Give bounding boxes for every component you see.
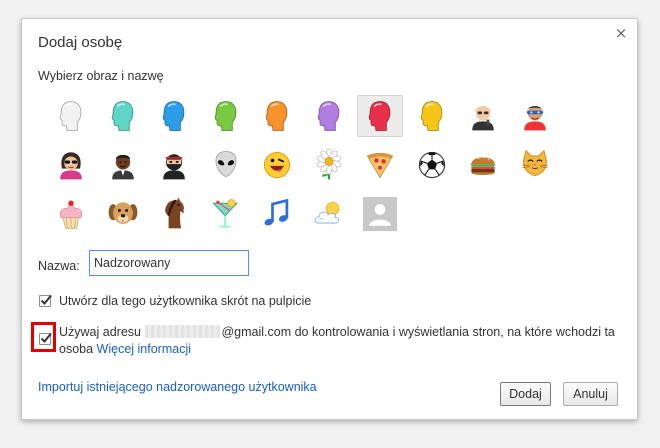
supervise-checkbox[interactable] [39, 332, 52, 345]
avatar-smiley-icon-graphic [263, 151, 291, 179]
avatar-head-white-icon[interactable] [48, 95, 94, 137]
avatar-burger-icon[interactable] [460, 144, 506, 186]
avatar-cocktail-icon[interactable] [203, 193, 249, 235]
avatar-woman-sunglasses-icon-graphic [60, 152, 82, 180]
avatar-woman-sunglasses-icon[interactable] [48, 144, 94, 186]
avatar-cupcake-icon-graphic [59, 200, 83, 229]
avatar-smiley-icon[interactable] [254, 144, 300, 186]
avatar-cocktail-icon-graphic [212, 199, 238, 228]
avatar-music-note-icon-graphic [264, 198, 289, 226]
learn-more-link[interactable]: Więcej informacji [97, 342, 191, 356]
avatar-head-orange-icon[interactable] [254, 95, 300, 137]
checkmark-icon [40, 294, 52, 305]
avatar-head-cyan-icon-graphic [111, 101, 134, 131]
avatar-head-purple-icon[interactable] [306, 95, 352, 137]
avatar-man-icon-graphic [112, 154, 134, 180]
avatar-head-yellow-icon[interactable] [409, 95, 455, 137]
avatar-superhero-icon-graphic [524, 106, 546, 131]
avatar-dog-icon[interactable] [100, 193, 146, 235]
avatar-sun-cloud-icon-graphic [314, 201, 340, 224]
supervise-prefix: Używaj adresu [59, 325, 141, 339]
avatar-head-purple-icon-graphic [317, 101, 340, 131]
avatar-music-note-icon[interactable] [254, 193, 300, 235]
avatar-pizza-icon[interactable] [357, 144, 403, 186]
avatar-head-orange-icon-graphic [265, 101, 288, 131]
redacted-email [145, 325, 221, 338]
avatar-flower-icon-graphic [316, 148, 342, 180]
supervise-line2: osoba [59, 342, 94, 356]
avatar-head-cyan-icon[interactable] [100, 95, 146, 137]
avatar-superhero-icon[interactable] [512, 95, 558, 137]
avatar-cat-icon[interactable] [512, 144, 558, 186]
avatar-businesswoman-icon[interactable] [460, 95, 506, 137]
avatar-flower-icon[interactable] [306, 144, 352, 186]
avatar-head-red-icon-graphic [368, 101, 391, 131]
avatar-burger-icon-graphic [470, 157, 496, 176]
add-person-dialog: × Dodaj osobę Wybierz obraz i nazwę Nazw… [21, 18, 638, 420]
avatar-cat-icon-graphic [522, 149, 548, 177]
avatar-head-green-icon[interactable] [203, 95, 249, 137]
dialog-title: Dodaj osobę [38, 34, 123, 51]
shortcut-label: Utwórz dla tego użytkownika skrót na pul… [59, 294, 312, 308]
close-icon[interactable]: × [613, 25, 629, 41]
avatar-head-red-icon[interactable] [357, 95, 403, 137]
avatar-head-green-icon-graphic [214, 101, 237, 131]
avatar-horse-icon[interactable] [151, 193, 197, 235]
avatar-head-blue-icon[interactable] [151, 95, 197, 137]
avatar-businesswoman-icon-graphic [472, 106, 494, 131]
avatar-sun-cloud-icon[interactable] [306, 193, 352, 235]
avatar-alien-icon[interactable] [203, 144, 249, 186]
avatar-ninja-icon-graphic [163, 154, 185, 180]
avatar-head-yellow-icon-graphic [420, 101, 443, 131]
supervise-suffix: @gmail.com do kontrolowania i wyświetlan… [221, 325, 615, 339]
avatar-pizza-icon-graphic [366, 152, 394, 179]
avatar-ninja-icon[interactable] [151, 144, 197, 186]
avatar-head-white-icon-graphic [59, 101, 82, 131]
avatar-soccer-ball-icon[interactable] [409, 144, 455, 186]
avatar-dog-icon-graphic [108, 202, 138, 224]
avatar-horse-icon-graphic [165, 197, 184, 229]
avatar-man-icon[interactable] [100, 144, 146, 186]
import-supervised-user-link[interactable]: Importuj istniejącego nadzorowanego użyt… [38, 380, 317, 394]
cancel-button[interactable]: Anuluj [563, 382, 618, 406]
name-label: Nazwa: [38, 259, 80, 273]
supervise-label: Używaj adresu @gmail.com do kontrolowani… [59, 324, 619, 358]
avatar-soccer-ball-icon-graphic [418, 151, 446, 179]
avatar-section-label: Wybierz obraz i nazwę [38, 69, 164, 83]
avatar-generic-person-icon[interactable] [357, 193, 403, 235]
avatar-generic-person-icon-graphic [362, 196, 398, 232]
avatar-alien-icon-graphic [215, 151, 237, 178]
avatar-head-blue-icon-graphic [162, 101, 185, 131]
name-input[interactable] [89, 250, 249, 276]
shortcut-checkbox[interactable] [39, 294, 52, 307]
checkmark-icon [40, 332, 52, 343]
add-button[interactable]: Dodaj [500, 382, 551, 406]
avatar-cupcake-icon[interactable] [48, 193, 94, 235]
